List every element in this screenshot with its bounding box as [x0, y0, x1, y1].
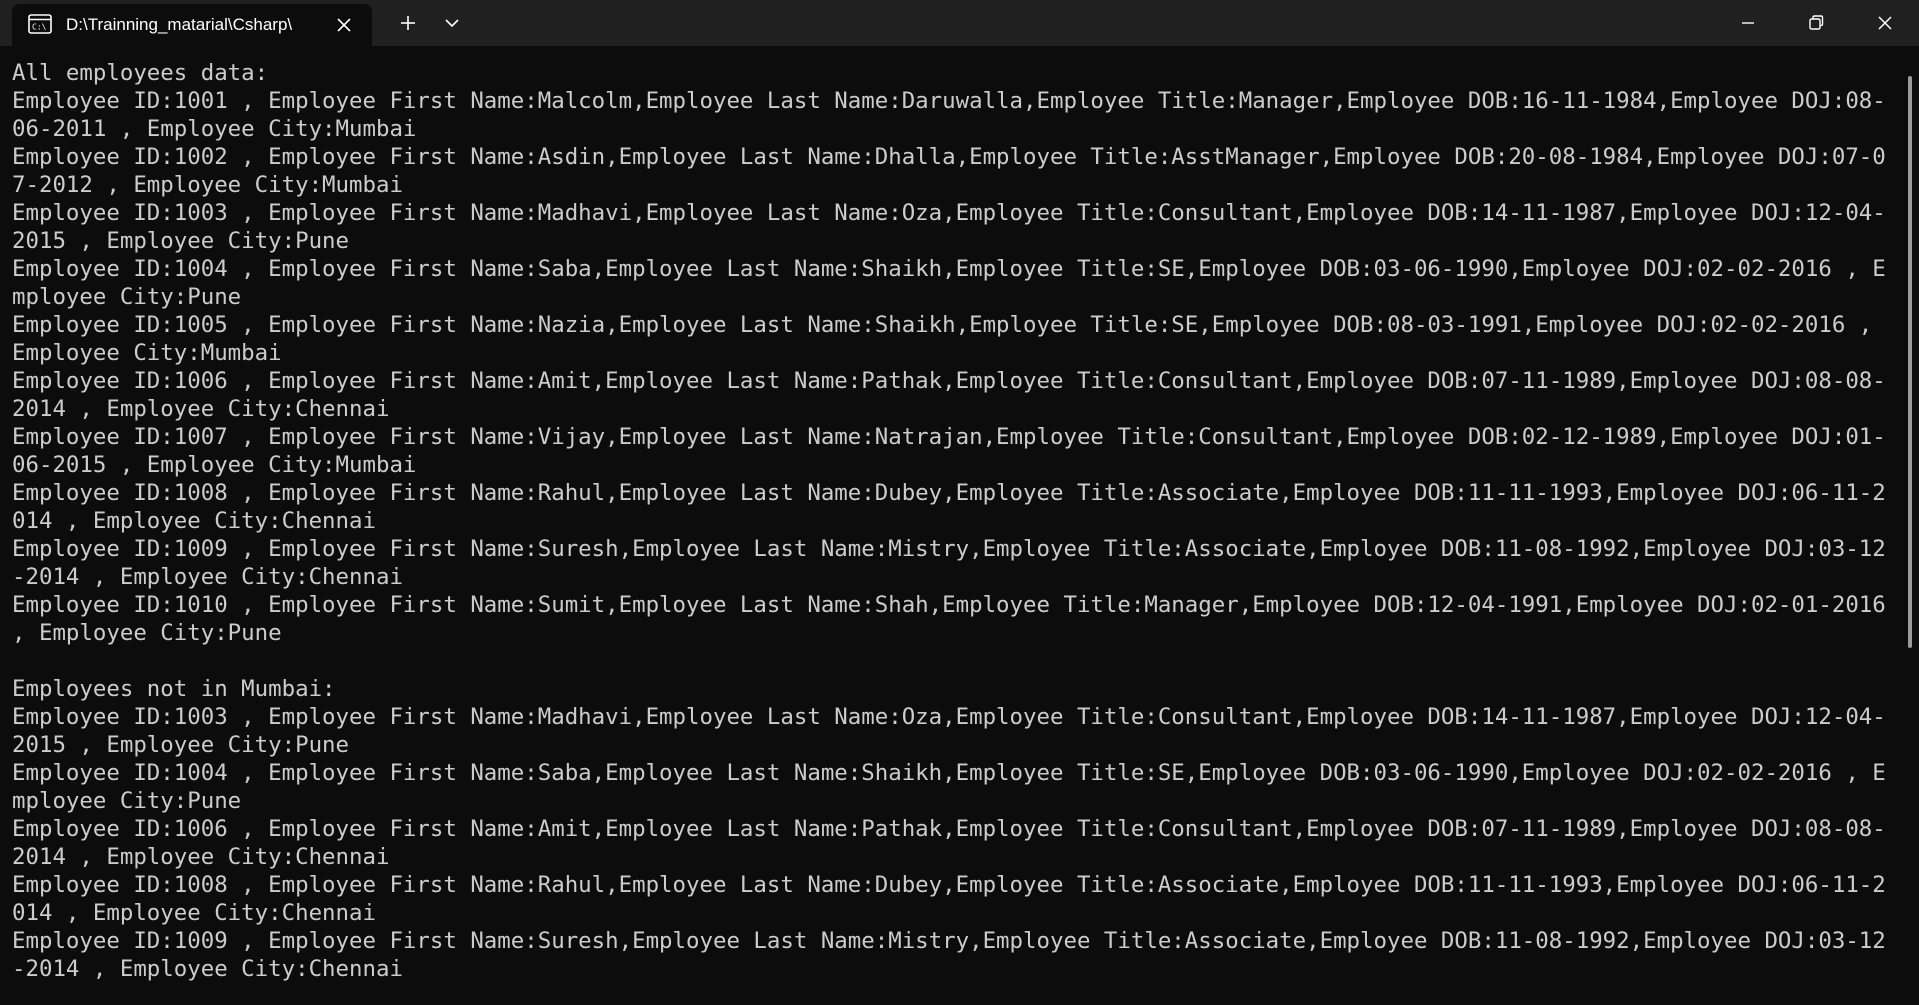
- plus-icon[interactable]: [390, 8, 426, 38]
- console-line: Employee ID:1002 , Employee First Name:A…: [12, 144, 1886, 198]
- console-line: Employees not in Mumbai:: [12, 676, 336, 702]
- console-line: Employee ID:1008 , Employee First Name:R…: [12, 872, 1886, 926]
- restore-icon[interactable]: [1782, 0, 1850, 46]
- console-line: Employee ID:1009 , Employee First Name:S…: [12, 928, 1886, 982]
- console-line: Employee ID:1008 , Employee First Name:R…: [12, 480, 1886, 534]
- console-line: Employee ID:1004 , Employee First Name:S…: [12, 256, 1886, 310]
- terminal-tab[interactable]: C:\ D:\Trainning_matarial\Csharp\: [12, 4, 372, 46]
- console-line: Employee ID:1010 , Employee First Name:S…: [12, 592, 1900, 646]
- console-line: All employees data:: [12, 60, 269, 86]
- minimize-icon[interactable]: [1714, 0, 1782, 46]
- vertical-scrollbar[interactable]: [1908, 76, 1912, 648]
- console-text: All employees data: Employee ID:1001 , Em…: [12, 59, 1898, 983]
- terminal-icon: C:\: [28, 14, 52, 34]
- console-line: Employee ID:1003 , Employee First Name:M…: [12, 704, 1886, 758]
- console-line: Employee ID:1005 , Employee First Name:N…: [12, 312, 1886, 366]
- console-output[interactable]: All employees data: Employee ID:1001 , Em…: [0, 46, 1908, 1005]
- terminal-window: C:\ D:\Trainning_matarial\Csharp\ All em…: [0, 0, 1919, 1005]
- console-line: Employee ID:1006 , Employee First Name:A…: [12, 368, 1886, 422]
- console-line: Employee ID:1007 , Employee First Name:V…: [12, 424, 1886, 478]
- svg-text:C:\: C:\: [32, 23, 47, 32]
- tab-title: D:\Trainning_matarial\Csharp\: [66, 15, 293, 34]
- chevron-down-icon[interactable]: [434, 8, 470, 38]
- console-line: Employee ID:1003 , Employee First Name:M…: [12, 200, 1886, 254]
- console-line: Employee ID:1001 , Employee First Name:M…: [12, 88, 1886, 142]
- console-line: Employee ID:1006 , Employee First Name:A…: [12, 816, 1886, 870]
- close-icon[interactable]: [1851, 0, 1919, 46]
- console-line: Employee ID:1004 , Employee First Name:S…: [12, 760, 1886, 814]
- close-tab-icon[interactable]: [332, 13, 356, 37]
- console-line: Employee ID:1009 , Employee First Name:S…: [12, 536, 1886, 590]
- title-bar: C:\ D:\Trainning_matarial\Csharp\: [0, 0, 1919, 46]
